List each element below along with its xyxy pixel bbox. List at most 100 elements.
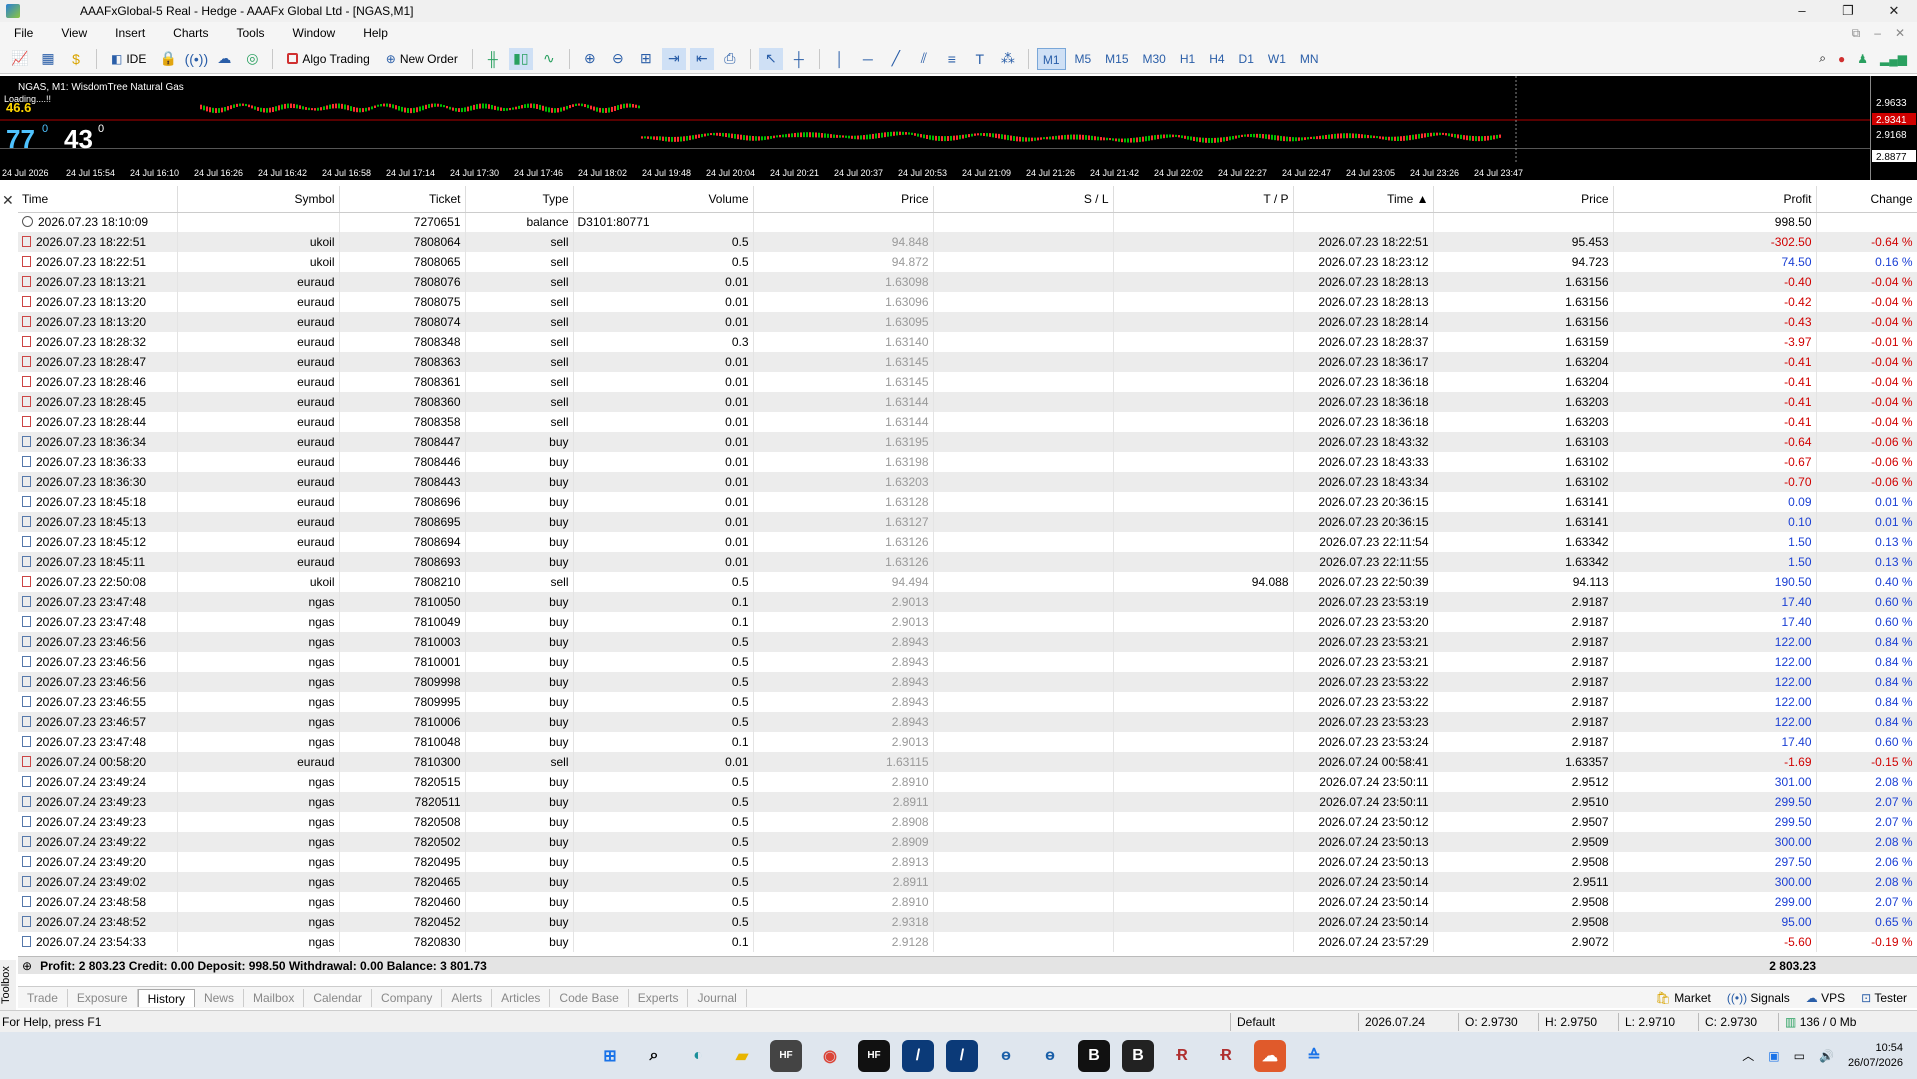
- line-chart-icon[interactable]: ∿: [537, 48, 561, 70]
- edge-icon[interactable]: ◐: [682, 1040, 714, 1072]
- signal-icon[interactable]: ((•)): [184, 48, 209, 70]
- timeframe-h1[interactable]: H1: [1175, 48, 1200, 70]
- table-row[interactable]: 2026.07.24 23:49:23 ngas 7820511 buy 0.5 2.89…: [18, 792, 1917, 812]
- price-chart[interactable]: 2.9633 2.9341 2.9168 2.8877 24 Jul 2026 2…: [0, 76, 1917, 180]
- table-row[interactable]: 2026.07.23 18:28:46 euraud 7808361 sell 0.01…: [18, 372, 1917, 392]
- table-row[interactable]: 2026.07.23 18:13:21 euraud 7808076 sell 0.01…: [18, 272, 1917, 292]
- taskbar-search-icon[interactable]: ⌕: [638, 1040, 670, 1072]
- app-swirl-icon[interactable]: ɵ: [990, 1040, 1022, 1072]
- market-link[interactable]: 🛍 Market: [1656, 991, 1711, 1005]
- table-row[interactable]: 2026.07.23 23:46:57 ngas 7810006 buy 0.5 2.89…: [18, 712, 1917, 732]
- app-ribbon-icon[interactable]: /: [902, 1039, 934, 1072]
- start-icon[interactable]: ⊞: [594, 1040, 626, 1072]
- chart-canvas[interactable]: 2.9633 2.9341 2.9168 2.8877 24 Jul 2026 2…: [0, 76, 1917, 180]
- mt5-taskbar-icon[interactable]: ≙: [1298, 1040, 1330, 1072]
- account-icon[interactable]: ♟: [1857, 52, 1868, 66]
- timeframe-w1[interactable]: W1: [1263, 48, 1291, 70]
- zoom-in-icon[interactable]: ⊕: [578, 48, 602, 70]
- close-child-icon[interactable]: ✕: [1895, 26, 1905, 41]
- app-swirl-2-icon[interactable]: ɵ: [1034, 1040, 1066, 1072]
- tab-exposure[interactable]: Exposure: [68, 988, 138, 1007]
- tray-chevron-icon[interactable]: ︿: [1742, 1047, 1754, 1064]
- channel-icon[interactable]: ⫽: [912, 48, 936, 70]
- timeframe-m30[interactable]: M30: [1138, 48, 1171, 70]
- tab-calendar[interactable]: Calendar: [304, 988, 373, 1007]
- table-row[interactable]: 2026.07.23 18:28:44 euraud 7808358 sell 0.01…: [18, 412, 1917, 432]
- col-close-price[interactable]: Price: [1433, 186, 1614, 213]
- col-symbol[interactable]: Symbol: [177, 186, 340, 213]
- table-row[interactable]: 2026.07.23 22:50:08 ukoil 7808210 sell 0.5 94…: [18, 572, 1917, 592]
- app-xr-2-icon[interactable]: Ɍ: [1210, 1040, 1242, 1072]
- profiles-icon[interactable]: ▦: [36, 48, 60, 70]
- table-row[interactable]: 2026.07.23 23:46:55 ngas 7809995 buy 0.5 2.89…: [18, 692, 1917, 712]
- timeframe-d1[interactable]: D1: [1234, 48, 1259, 70]
- table-row[interactable]: 2026.07.23 23:46:56 ngas 7810001 buy 0.5 2.89…: [18, 652, 1917, 672]
- notifications-icon[interactable]: ●: [1838, 52, 1845, 66]
- table-row[interactable]: 2026.07.23 18:13:20 euraud 7808075 sell 0.01…: [18, 292, 1917, 312]
- text-icon[interactable]: T: [968, 48, 992, 70]
- col-profit[interactable]: Profit: [1613, 186, 1817, 213]
- app-cloud-icon[interactable]: ☁: [1254, 1039, 1286, 1072]
- tab-journal[interactable]: Journal: [688, 988, 747, 1007]
- table-row[interactable]: 2026.07.24 23:49:20 ngas 7820495 buy 0.5 2.89…: [18, 852, 1917, 872]
- table-row[interactable]: 2026.07.24 23:48:58 ngas 7820460 buy 0.5 2.89…: [18, 892, 1917, 912]
- menu-charts[interactable]: Charts: [159, 26, 222, 40]
- horizontal-line-icon[interactable]: ─: [856, 48, 880, 70]
- tile-windows-icon[interactable]: ⊞: [634, 48, 658, 70]
- tab-trade[interactable]: Trade: [18, 988, 68, 1007]
- zoom-out-icon[interactable]: ⊖: [606, 48, 630, 70]
- table-row[interactable]: 2026.07.24 23:49:23 ngas 7820508 buy 0.5 2.89…: [18, 812, 1917, 832]
- col-price[interactable]: Price: [753, 186, 934, 213]
- app-b-2-icon[interactable]: B: [1122, 1039, 1154, 1072]
- menu-tools[interactable]: Tools: [223, 26, 279, 40]
- minimize-button[interactable]: –: [1779, 3, 1825, 19]
- close-panel-icon[interactable]: ✕: [2, 192, 14, 209]
- tab-alerts[interactable]: Alerts: [442, 988, 493, 1007]
- table-row[interactable]: 2026.07.23 23:47:48 ngas 7810048 buy 0.1 2.90…: [18, 732, 1917, 752]
- vps-link[interactable]: ☁ VPS: [1806, 991, 1845, 1005]
- col-type[interactable]: Type: [465, 186, 574, 213]
- menu-window[interactable]: Window: [279, 26, 350, 40]
- chart-shift-icon[interactable]: ⇤: [689, 47, 714, 70]
- toolbox-label[interactable]: Toolbox: [0, 960, 16, 1010]
- table-row[interactable]: 2026.07.23 18:22:51 ukoil 7808065 sell 0.5 94…: [18, 252, 1917, 272]
- timeframe-m1[interactable]: M1: [1036, 47, 1066, 70]
- table-row[interactable]: 2026.07.24 23:49:22 ngas 7820502 buy 0.5 2.89…: [18, 832, 1917, 852]
- table-row[interactable]: 2026.07.23 18:36:34 euraud 7808447 buy 0.01 1…: [18, 432, 1917, 452]
- crosshair-icon[interactable]: ┼: [787, 48, 811, 70]
- algo-trading-button[interactable]: Algo Trading: [281, 48, 375, 70]
- maximize-button[interactable]: ❐: [1825, 3, 1871, 19]
- table-row[interactable]: 2026.07.23 18:10:09 7270651 balance D3101:8…: [18, 212, 1917, 232]
- table-row[interactable]: 2026.07.24 23:48:52 ngas 7820452 buy 0.5 2.93…: [18, 912, 1917, 932]
- table-row[interactable]: 2026.07.24 23:49:24 ngas 7820515 buy 0.5 2.89…: [18, 772, 1917, 792]
- table-row[interactable]: 2026.07.23 18:45:12 euraud 7808694 buy 0.01 1…: [18, 532, 1917, 552]
- restore-child-icon[interactable]: ⧉: [1852, 26, 1861, 41]
- minimize-child-icon[interactable]: –: [1874, 26, 1881, 41]
- fibonacci-icon[interactable]: ≡: [940, 48, 964, 70]
- candles-icon[interactable]: ▮▯: [508, 47, 533, 70]
- ide-button[interactable]: ◧ IDE: [105, 48, 152, 70]
- volume-icon[interactable]: 🔊: [1819, 1049, 1834, 1063]
- table-row[interactable]: 2026.07.23 18:45:13 euraud 7808695 buy 0.01 1…: [18, 512, 1917, 532]
- network-icon[interactable]: ◎: [240, 48, 264, 70]
- chrome-icon[interactable]: ◉: [814, 1040, 846, 1072]
- table-row[interactable]: 2026.07.23 23:47:48 ngas 7810050 buy 0.1 2.90…: [18, 592, 1917, 612]
- table-row[interactable]: 2026.07.23 18:36:33 euraud 7808446 buy 0.01 1…: [18, 452, 1917, 472]
- cloud-icon[interactable]: ☁: [212, 48, 236, 70]
- tester-link[interactable]: ⊡ Tester: [1861, 991, 1907, 1005]
- app-xr-icon[interactable]: Ɍ: [1166, 1040, 1198, 1072]
- timeframe-h4[interactable]: H4: [1204, 48, 1229, 70]
- col-time[interactable]: Time: [18, 186, 178, 213]
- market-watch-icon[interactable]: $: [64, 48, 88, 70]
- trendline-icon[interactable]: ╱: [884, 48, 908, 70]
- signals-link[interactable]: ((•)) Signals: [1727, 991, 1790, 1005]
- taskbar-clock[interactable]: 10:54 26/07/2026: [1848, 1041, 1903, 1071]
- col-tp[interactable]: T / P: [1113, 186, 1294, 213]
- table-row[interactable]: 2026.07.23 18:13:20 euraud 7808074 sell 0.01…: [18, 312, 1917, 332]
- hfm-app-icon[interactable]: HF: [770, 1039, 802, 1072]
- col-close-time[interactable]: Time ▲: [1293, 186, 1434, 213]
- tab-company[interactable]: Company: [372, 988, 443, 1007]
- table-row[interactable]: 2026.07.24 23:49:02 ngas 7820465 buy 0.5 2.89…: [18, 872, 1917, 892]
- col-ticket[interactable]: Ticket: [339, 186, 466, 213]
- timeframe-mn[interactable]: MN: [1295, 48, 1324, 70]
